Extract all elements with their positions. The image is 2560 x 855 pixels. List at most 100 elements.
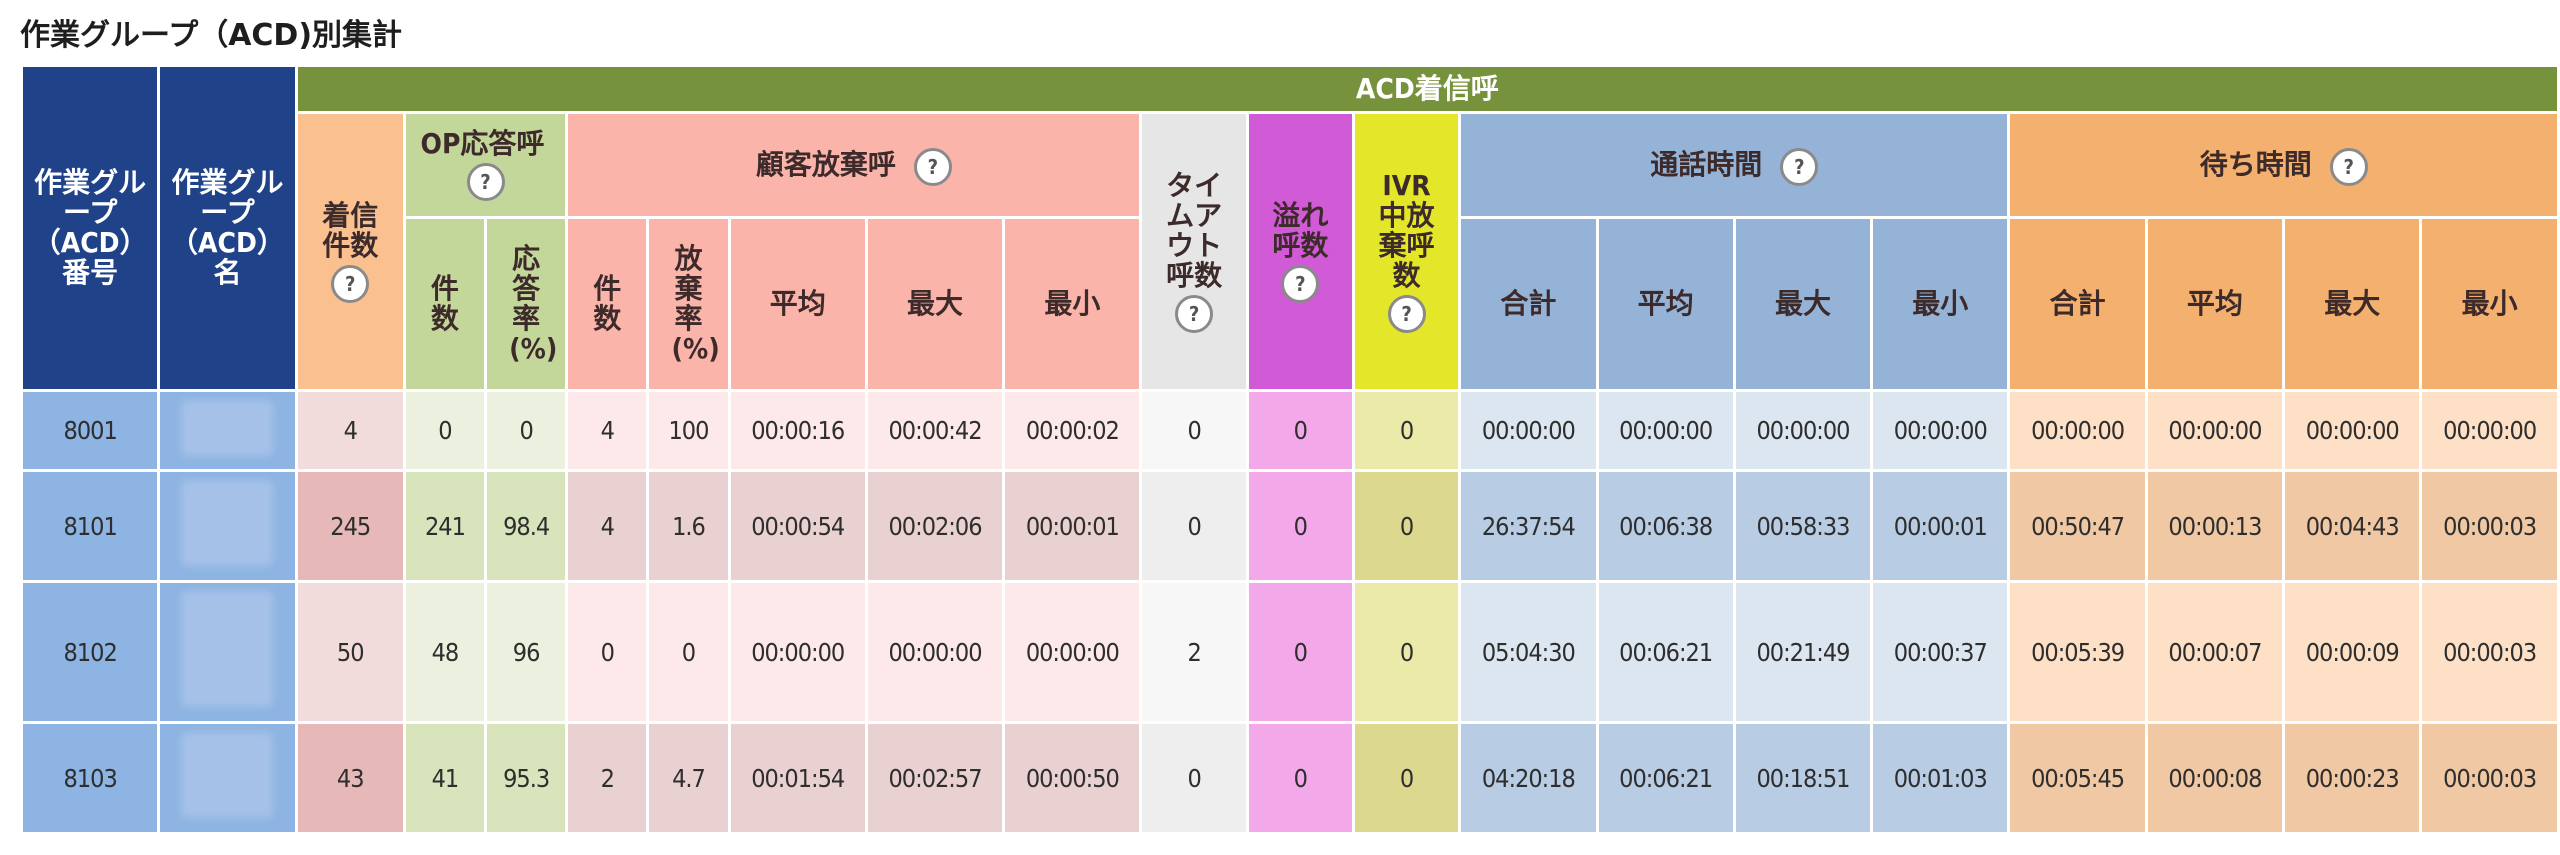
cell-overflow: 0 [1248,724,1352,832]
cell-group-no: 8001 [23,392,158,469]
cell-wt-max: 00:00:23 [2285,724,2420,832]
cell-tk-total: 26:37:54 [1461,472,1596,580]
cell-tk-min: 00:01:03 [1873,724,2008,832]
header-tk-max: 最大 [1735,219,1871,389]
cell-ab-avg: 00:00:16 [730,392,865,469]
cell-op-rate: 96 [487,583,566,721]
help-icon[interactable]: ? [466,163,505,201]
help-icon[interactable]: ? [1281,264,1320,303]
cell-wt-max: 00:00:09 [2285,583,2420,721]
cell-tk-max: 00:00:00 [1735,392,1871,469]
cell-overflow: 0 [1248,583,1352,721]
cell-group-no: 8103 [23,724,158,832]
header-group-name: 作業グループ（ACD）名 [160,67,295,389]
cell-wt-total: 00:05:45 [2010,724,2145,832]
cell-ab-max: 00:00:00 [867,583,1003,721]
cell-ab-min: 00:00:02 [1005,392,1140,469]
cell-wt-min: 00:00:03 [2422,724,2557,832]
cell-wt-avg: 00:00:13 [2147,472,2283,580]
cell-tk-avg: 00:06:21 [1598,583,1733,721]
cell-op-rate: 95.3 [487,724,566,832]
header-wt-max: 最大 [2285,219,2420,389]
cell-op-count: 0 [405,392,485,469]
cell-group-name [160,583,295,721]
help-icon[interactable]: ? [1387,294,1426,333]
header-tk-avg: 平均 [1598,219,1733,389]
cell-timeout: 2 [1142,583,1246,721]
header-ab-min: 最小 [1005,219,1140,389]
cell-op-count: 48 [405,583,485,721]
help-icon[interactable]: ? [1175,294,1214,333]
cell-ivr: 0 [1354,472,1459,580]
cell-wt-total: 00:50:47 [2010,472,2145,580]
cell-incoming: 245 [297,472,403,580]
cell-tk-max: 00:18:51 [1735,724,1871,832]
cell-ab-max: 00:02:06 [867,472,1003,580]
cell-tk-min: 00:00:00 [1873,392,2008,469]
cell-tk-total: 00:00:00 [1461,392,1596,469]
cell-timeout: 0 [1142,724,1246,832]
header-timeout: タイムアウト呼数 ? [1142,114,1246,389]
cell-tk-min: 00:00:37 [1873,583,2008,721]
cell-wt-avg: 00:00:08 [2147,724,2283,832]
cell-overflow: 0 [1248,472,1352,580]
cell-wt-max: 00:04:43 [2285,472,2420,580]
header-incoming: 着信件数 ? [297,114,403,389]
cell-ab-min: 00:00:00 [1005,583,1140,721]
cell-ab-rate: 4.7 [649,724,728,832]
header-wt-min: 最小 [2422,219,2557,389]
cell-incoming: 50 [297,583,403,721]
cell-ab-rate: 1.6 [649,472,728,580]
cell-ab-min: 00:00:50 [1005,724,1140,832]
header-tk-min: 最小 [1873,219,2008,389]
header-ab-avg: 平均 [730,219,865,389]
help-icon[interactable]: ? [2329,148,2368,186]
cell-group-name [160,392,295,469]
cell-group-name [160,724,295,832]
header-wait-time: 待ち時間? [2010,114,2557,216]
header-ab-count: 件数 [568,219,647,389]
cell-tk-avg: 00:06:21 [1598,724,1733,832]
header-op-rate: 応答率(%) [487,219,566,389]
cell-tk-total: 05:04:30 [1461,583,1596,721]
header-abandon: 顧客放棄呼? [568,114,1140,216]
cell-wt-min: 00:00:03 [2422,583,2557,721]
cell-ab-rate: 0 [649,583,728,721]
header-wt-total: 合計 [2010,219,2145,389]
header-group-no: 作業グループ（ACD）番号 [23,67,158,389]
cell-ab-avg: 00:00:54 [730,472,865,580]
cell-ab-avg: 00:01:54 [730,724,865,832]
cell-tk-avg: 00:06:38 [1598,472,1733,580]
cell-incoming: 43 [297,724,403,832]
cell-wt-total: 00:00:00 [2010,392,2145,469]
page-title: 作業グループ（ACD)別集計 [20,18,403,53]
cell-ab-min: 00:00:01 [1005,472,1140,580]
cell-incoming: 4 [297,392,403,469]
cell-ab-count: 0 [568,583,647,721]
cell-ab-max: 00:02:57 [867,724,1003,832]
cell-ab-rate: 100 [649,392,728,469]
cell-ab-max: 00:00:42 [867,392,1003,469]
cell-ab-count: 2 [568,724,647,832]
cell-ivr: 0 [1354,583,1459,721]
cell-tk-max: 00:21:49 [1735,583,1871,721]
header-talk-time: 通話時間? [1461,114,2008,216]
header-op-answer: OP応答呼 ? [405,114,566,216]
cell-timeout: 0 [1142,472,1246,580]
cell-group-no: 8101 [23,472,158,580]
cell-tk-avg: 00:00:00 [1598,392,1733,469]
cell-wt-total: 00:05:39 [2010,583,2145,721]
cell-group-no: 8102 [23,583,158,721]
help-icon[interactable]: ? [913,148,952,186]
header-tk-total: 合計 [1461,219,1596,389]
cell-op-rate: 98.4 [487,472,566,580]
cell-ivr: 0 [1354,724,1459,832]
cell-op-rate: 0 [487,392,566,469]
cell-tk-total: 04:20:18 [1461,724,1596,832]
cell-ivr: 0 [1354,392,1459,469]
header-ab-rate: 放棄率(%) [649,219,728,389]
cell-ab-avg: 00:00:00 [730,583,865,721]
header-ivr-abandon: IVR中放棄呼数 ? [1354,114,1459,389]
help-icon[interactable]: ? [331,264,370,303]
help-icon[interactable]: ? [1780,148,1819,186]
